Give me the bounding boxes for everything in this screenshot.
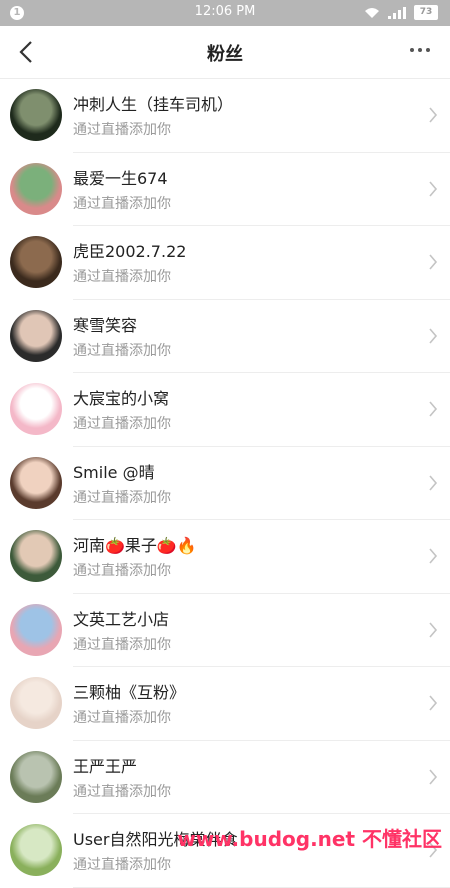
status-bar: 1 12:06 PM 73 (0, 0, 450, 26)
follower-row[interactable]: 河南🍅果子🍅🔥 通过直播添加你 (0, 520, 450, 594)
follower-row[interactable]: 大宸宝的小窝 通过直播添加你 (0, 373, 450, 447)
avatar[interactable] (10, 89, 62, 141)
follower-name: 文英工艺小店 (73, 609, 170, 629)
follower-name: 王严王严 (73, 756, 138, 776)
follower-source: 通过直播添加你 (73, 783, 171, 800)
follower-row[interactable]: 冲刺人生（挂车司机） 通过直播添加你 (0, 79, 450, 153)
avatar[interactable] (10, 236, 62, 288)
follower-source: 通过直播添加你 (73, 636, 171, 653)
follower-row[interactable]: 三颗柚《互粉》 通过直播添加你 (0, 667, 450, 741)
follower-list: 冲刺人生（挂车司机） 通过直播添加你 最爱一生674 通过直播添加你 虎臣2002.7.… (0, 79, 450, 888)
chevron-right-icon (429, 621, 438, 638)
avatar[interactable] (10, 309, 62, 362)
follower-source: 通过直播添加你 (73, 563, 171, 579)
avatar[interactable] (10, 677, 62, 729)
row-divider (73, 886, 450, 888)
follower-name: Smile @晴 (73, 462, 155, 482)
follower-source: 通过直播添加你 (73, 342, 171, 359)
watermark: www.budog.net 不懂社区 (177, 827, 442, 851)
chevron-right-icon (429, 327, 438, 344)
chevron-right-icon (429, 107, 438, 123)
follower-name: 河南🍅果子🍅🔥 (73, 536, 197, 555)
avatar[interactable] (10, 824, 62, 876)
follower-source: 通过直播添加你 (73, 122, 171, 138)
chevron-right-icon (429, 548, 438, 564)
avatar[interactable] (10, 603, 62, 656)
follower-source: 通过直播添加你 (73, 489, 171, 506)
status-icons: 73 (364, 5, 438, 20)
follower-row[interactable]: 最爱一生674 通过直播添加你 (0, 153, 450, 226)
follower-source: 通过直播添加你 (73, 269, 171, 285)
follower-name: 大宸宝的小窝 (73, 389, 170, 408)
follower-row[interactable]: 文英工艺小店 通过直播添加你 (0, 594, 450, 667)
follower-source: 通过直播添加你 (73, 857, 171, 873)
signal-icon (388, 6, 406, 19)
nav-bar: 粉丝 (0, 26, 450, 79)
chevron-right-icon (429, 180, 438, 197)
follower-row[interactable]: 寒雪笑容通过直播添加你 (0, 300, 450, 373)
follower-source: 通过直播添加你 (73, 195, 171, 212)
page-title: 粉丝 (207, 44, 243, 65)
chevron-right-icon (429, 254, 438, 270)
follower-row[interactable]: 王严王严通过直播添加你 (0, 741, 450, 814)
follower-name: 最爱一生674 (73, 168, 168, 188)
more-options-icon[interactable] (410, 48, 430, 52)
follower-row[interactable]: 虎臣2002.7.22 通过直播添加你 (0, 226, 450, 300)
follower-name: 冲刺人生（挂车司机） (73, 95, 234, 114)
chevron-right-icon (429, 768, 438, 785)
battery-icon: 73 (414, 5, 438, 20)
follower-row[interactable]: Smile @晴 通过直播添加你 (0, 447, 450, 520)
follower-name: 虎臣2002.7.22 (73, 242, 187, 261)
chevron-right-icon (429, 401, 438, 417)
chevron-right-icon (429, 695, 438, 711)
follower-name: 寒雪笑容 (73, 315, 138, 335)
avatar[interactable] (10, 530, 62, 582)
avatar[interactable] (10, 383, 62, 435)
chevron-right-icon (429, 474, 438, 491)
avatar[interactable] (10, 162, 62, 215)
wifi-icon (365, 7, 379, 18)
follower-name: 三颗柚《互粉》 (73, 683, 186, 702)
avatar[interactable] (10, 456, 62, 509)
avatar[interactable] (10, 750, 62, 803)
follower-source: 通过直播添加你 (73, 710, 171, 726)
follower-source: 通过直播添加你 (73, 416, 171, 432)
